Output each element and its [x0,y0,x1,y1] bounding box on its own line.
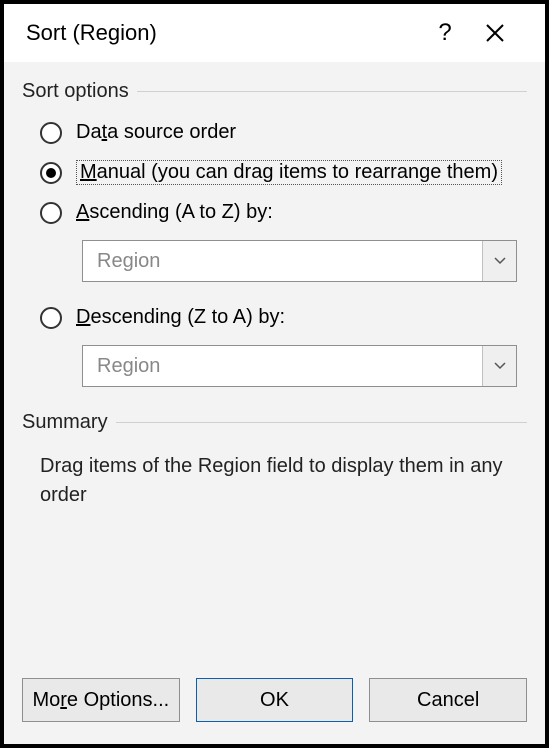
summary-group-header: Summary [22,411,527,434]
chevron-down-icon[interactable] [482,346,516,386]
summary-text: Drag items of the Region field to displa… [40,452,519,510]
cancel-button[interactable]: Cancel [369,678,527,722]
radio-icon[interactable] [40,162,62,184]
radio-data-source-order[interactable]: Data source order [40,121,527,144]
chevron-down-icon[interactable] [482,241,516,281]
divider [116,422,527,423]
more-options-button[interactable]: More Options... [22,678,180,722]
dialog-content: Sort options Data source order Manual (y… [4,62,545,678]
titlebar: Sort (Region) ? [4,4,545,62]
dropdown-value: Region [97,355,160,378]
radio-icon[interactable] [40,202,62,224]
ok-button[interactable]: OK [196,678,354,722]
sort-options-group-header: Sort options [22,80,527,103]
radio-icon[interactable] [40,122,62,144]
sort-dialog: Sort (Region) ? Sort options Data source… [0,0,549,748]
radio-icon[interactable] [40,307,62,329]
ascending-field-dropdown[interactable]: Region [82,240,517,282]
radio-manual[interactable]: Manual (you can drag items to rearrange … [40,160,527,185]
radio-label[interactable]: Manual (you can drag items to rearrange … [76,160,502,185]
close-icon[interactable] [465,22,525,44]
button-bar: More Options... OK Cancel [4,678,545,744]
summary-label: Summary [22,411,108,434]
radio-ascending[interactable]: Ascending (A to Z) by: [40,201,527,224]
dialog-title: Sort (Region) [26,20,425,46]
radio-label[interactable]: Ascending (A to Z) by: [76,201,273,224]
divider [137,91,527,92]
radio-label[interactable]: Data source order [76,121,236,144]
descending-field-dropdown[interactable]: Region [82,345,517,387]
dropdown-value: Region [97,250,160,273]
radio-label[interactable]: Descending (Z to A) by: [76,306,285,329]
radio-descending[interactable]: Descending (Z to A) by: [40,306,527,329]
sort-options-label: Sort options [22,80,129,103]
help-icon[interactable]: ? [425,19,465,47]
